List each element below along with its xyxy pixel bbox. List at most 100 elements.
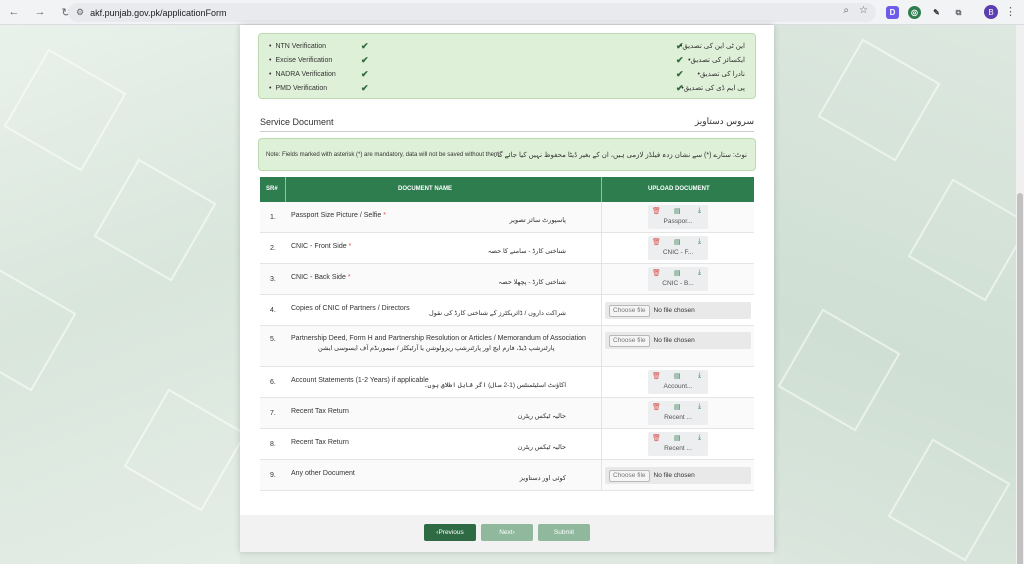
- document-name-ur: شراکت داروں / ڈائریکٹرز کے شناختی کارڈ ک…: [429, 310, 566, 317]
- profile-avatar[interactable]: B: [984, 5, 998, 19]
- uploaded-file-widget: 🗑 ▤ ⤓ Recent ...: [648, 401, 708, 425]
- table-row: 8. Recent Tax Return حالیہ ٹیکس ریٹرن 🗑 …: [260, 429, 754, 460]
- trash-icon[interactable]: 🗑: [652, 269, 661, 277]
- file-icon[interactable]: ▤: [674, 238, 681, 246]
- site-settings-icon[interactable]: ⚙: [76, 7, 84, 18]
- zoom-icon[interactable]: ⌕: [843, 5, 849, 16]
- choose-file-button[interactable]: Choose file: [609, 334, 650, 347]
- verification-row: PMD Verification ✔ ✔ پی ایم ڈی کی تصدیق: [259, 82, 755, 96]
- uploaded-file-name: Recent ...: [664, 414, 692, 421]
- document-name-ur: پاسپورٹ سائز تصویر: [509, 217, 566, 224]
- uploaded-file-widget: 🗑 ▤ ⤓ Passpor...: [648, 205, 708, 229]
- file-icon[interactable]: ▤: [674, 403, 681, 411]
- file-icon[interactable]: ▤: [674, 269, 681, 277]
- document-name: Any other Document: [291, 470, 355, 477]
- row-number: 4.: [270, 307, 276, 314]
- bookmark-star-icon[interactable]: ☆: [859, 5, 868, 16]
- check-icon: ✔: [361, 83, 369, 93]
- uploaded-file-name: Recent ...: [664, 445, 692, 452]
- trash-icon[interactable]: 🗑: [652, 238, 661, 246]
- section-title-ur: سروس دستاویز: [694, 116, 754, 126]
- file-icon[interactable]: ▤: [674, 207, 681, 215]
- choose-file-button[interactable]: Choose file: [609, 469, 650, 482]
- trash-icon[interactable]: 🗑: [652, 434, 661, 442]
- download-icon[interactable]: ⤓: [698, 372, 701, 380]
- document-name-ur: پارٹنرشپ ڈیڈ، فارم ایچ اور پارٹنرشپ ریزو…: [318, 345, 555, 352]
- download-icon[interactable]: ⤓: [698, 207, 701, 215]
- table-row: 7. Recent Tax Return حالیہ ٹیکس ریٹرن 🗑 …: [260, 398, 754, 429]
- header-upload-document: UPLOAD DOCUMENT: [648, 186, 710, 192]
- table-row: 5. Partnership Deed, Form H and Partners…: [260, 326, 754, 367]
- document-name-ur: اکاؤنٹ اسٹیٹمنٹس (1-2 سال) اگر قابل اطلا…: [423, 382, 566, 389]
- uploaded-file-widget: 🗑 ▤ ⤓ Recent ...: [648, 432, 708, 456]
- extensions-puzzle-icon[interactable]: ⧉: [952, 6, 965, 19]
- application-form-card: NTN Verification ✔ ✔ این ٹی این کی تصدیق…: [240, 25, 774, 552]
- mandatory-note: Note: Fields marked with asterisk (*) ar…: [258, 138, 756, 171]
- table-row: 3. CNIC - Back Side * شناختی کارڈ - پچھلا…: [260, 264, 754, 295]
- row-number: 5.: [270, 336, 276, 343]
- verification-label: Excise Verification: [269, 57, 332, 64]
- table-row: 4. Copies of CNIC of Partners / Director…: [260, 295, 754, 326]
- file-icon[interactable]: ▤: [674, 434, 681, 442]
- row-number: 1.: [270, 214, 276, 221]
- file-input[interactable]: Choose file No file chosen: [605, 302, 751, 319]
- previous-button[interactable]: ‹ Previous: [424, 524, 476, 541]
- file-icon[interactable]: ▤: [674, 372, 681, 380]
- extension-chat-icon[interactable]: ◎: [908, 6, 921, 19]
- url-text: akf.punjab.gov.pk/applicationForm: [90, 7, 227, 18]
- verification-label-ur: این ٹی این کی تصدیق: [680, 42, 745, 50]
- address-bar[interactable]: ⚙ akf.punjab.gov.pk/applicationForm ⌕ ☆: [68, 3, 876, 22]
- next-button[interactable]: Next ›: [481, 524, 533, 541]
- verification-label-ur: ایکسائز کی تصدیق: [688, 56, 745, 64]
- header-document-name: DOCUMENT NAME: [398, 186, 452, 192]
- verification-row: NTN Verification ✔ ✔ این ٹی این کی تصدیق: [259, 40, 755, 54]
- verification-label: NTN Verification: [269, 43, 326, 50]
- table-row: 9. Any other Document کوئی اور دستاویز C…: [260, 460, 754, 491]
- browser-toolbar: ← → ↻ ⚙ akf.punjab.gov.pk/applicationFor…: [0, 0, 1024, 25]
- background-left: [0, 25, 240, 564]
- trash-icon[interactable]: 🗑: [652, 403, 661, 411]
- document-name-ur: حالیہ ٹیکس ریٹرن: [517, 444, 566, 451]
- section-title: Service Document: [260, 117, 334, 127]
- row-number: 8.: [270, 441, 276, 448]
- file-status: No file chosen: [653, 337, 695, 344]
- verification-label-ur: پی ایم ڈی کی تصدیق: [681, 84, 745, 92]
- documents-table: SR# DOCUMENT NAME UPLOAD DOCUMENT 1. Pas…: [260, 177, 754, 491]
- document-name: Recent Tax Return: [291, 439, 349, 446]
- document-name-ur: شناختی کارڈ - سامنے کا حصہ: [487, 248, 566, 255]
- trash-icon[interactable]: 🗑: [652, 207, 661, 215]
- uploaded-file-name: CNIC - B...: [662, 280, 694, 287]
- check-icon: ✔: [361, 41, 369, 51]
- submit-button[interactable]: Submit: [538, 524, 590, 541]
- document-name-ur: حالیہ ٹیکس ریٹرن: [517, 413, 566, 420]
- extension-d-icon[interactable]: D: [886, 6, 899, 19]
- check-icon: ✔: [361, 69, 369, 79]
- document-name: CNIC - Front Side *: [291, 243, 352, 250]
- uploaded-file-widget: 🗑 ▤ ⤓ CNIC - B...: [648, 267, 708, 291]
- download-icon[interactable]: ⤓: [698, 269, 701, 277]
- browser-menu-icon[interactable]: ⋮: [1005, 5, 1016, 18]
- check-icon: ✔: [361, 55, 369, 65]
- download-icon[interactable]: ⤓: [698, 434, 701, 442]
- download-icon[interactable]: ⤓: [698, 403, 701, 411]
- note-text-ur: نوٹ: ستارے (*) سے نشان زدہ فیلڈز لازمی ہ…: [493, 152, 747, 159]
- row-number: 6.: [270, 379, 276, 386]
- check-icon: ✔: [676, 55, 684, 65]
- document-name: Copies of CNIC of Partners / Directors: [291, 305, 410, 312]
- document-name: CNIC - Back Side *: [291, 274, 351, 281]
- page-scrollbar[interactable]: [1016, 25, 1024, 564]
- file-input[interactable]: Choose file No file chosen: [605, 467, 751, 484]
- extension-pen-icon[interactable]: ✎: [930, 6, 943, 19]
- file-input[interactable]: Choose file No file chosen: [605, 332, 751, 349]
- document-name-ur: کوئی اور دستاویز: [519, 475, 566, 482]
- trash-icon[interactable]: 🗑: [652, 372, 661, 380]
- scrollbar-thumb[interactable]: [1017, 193, 1023, 564]
- uploaded-file-name: Account...: [663, 383, 693, 390]
- verification-label: NADRA Verification: [269, 71, 335, 78]
- forward-icon[interactable]: →: [32, 4, 48, 20]
- check-icon: ✔: [676, 69, 684, 79]
- back-icon[interactable]: ←: [6, 4, 22, 20]
- download-icon[interactable]: ⤓: [698, 238, 701, 246]
- row-number: 7.: [270, 410, 276, 417]
- choose-file-button[interactable]: Choose file: [609, 304, 650, 317]
